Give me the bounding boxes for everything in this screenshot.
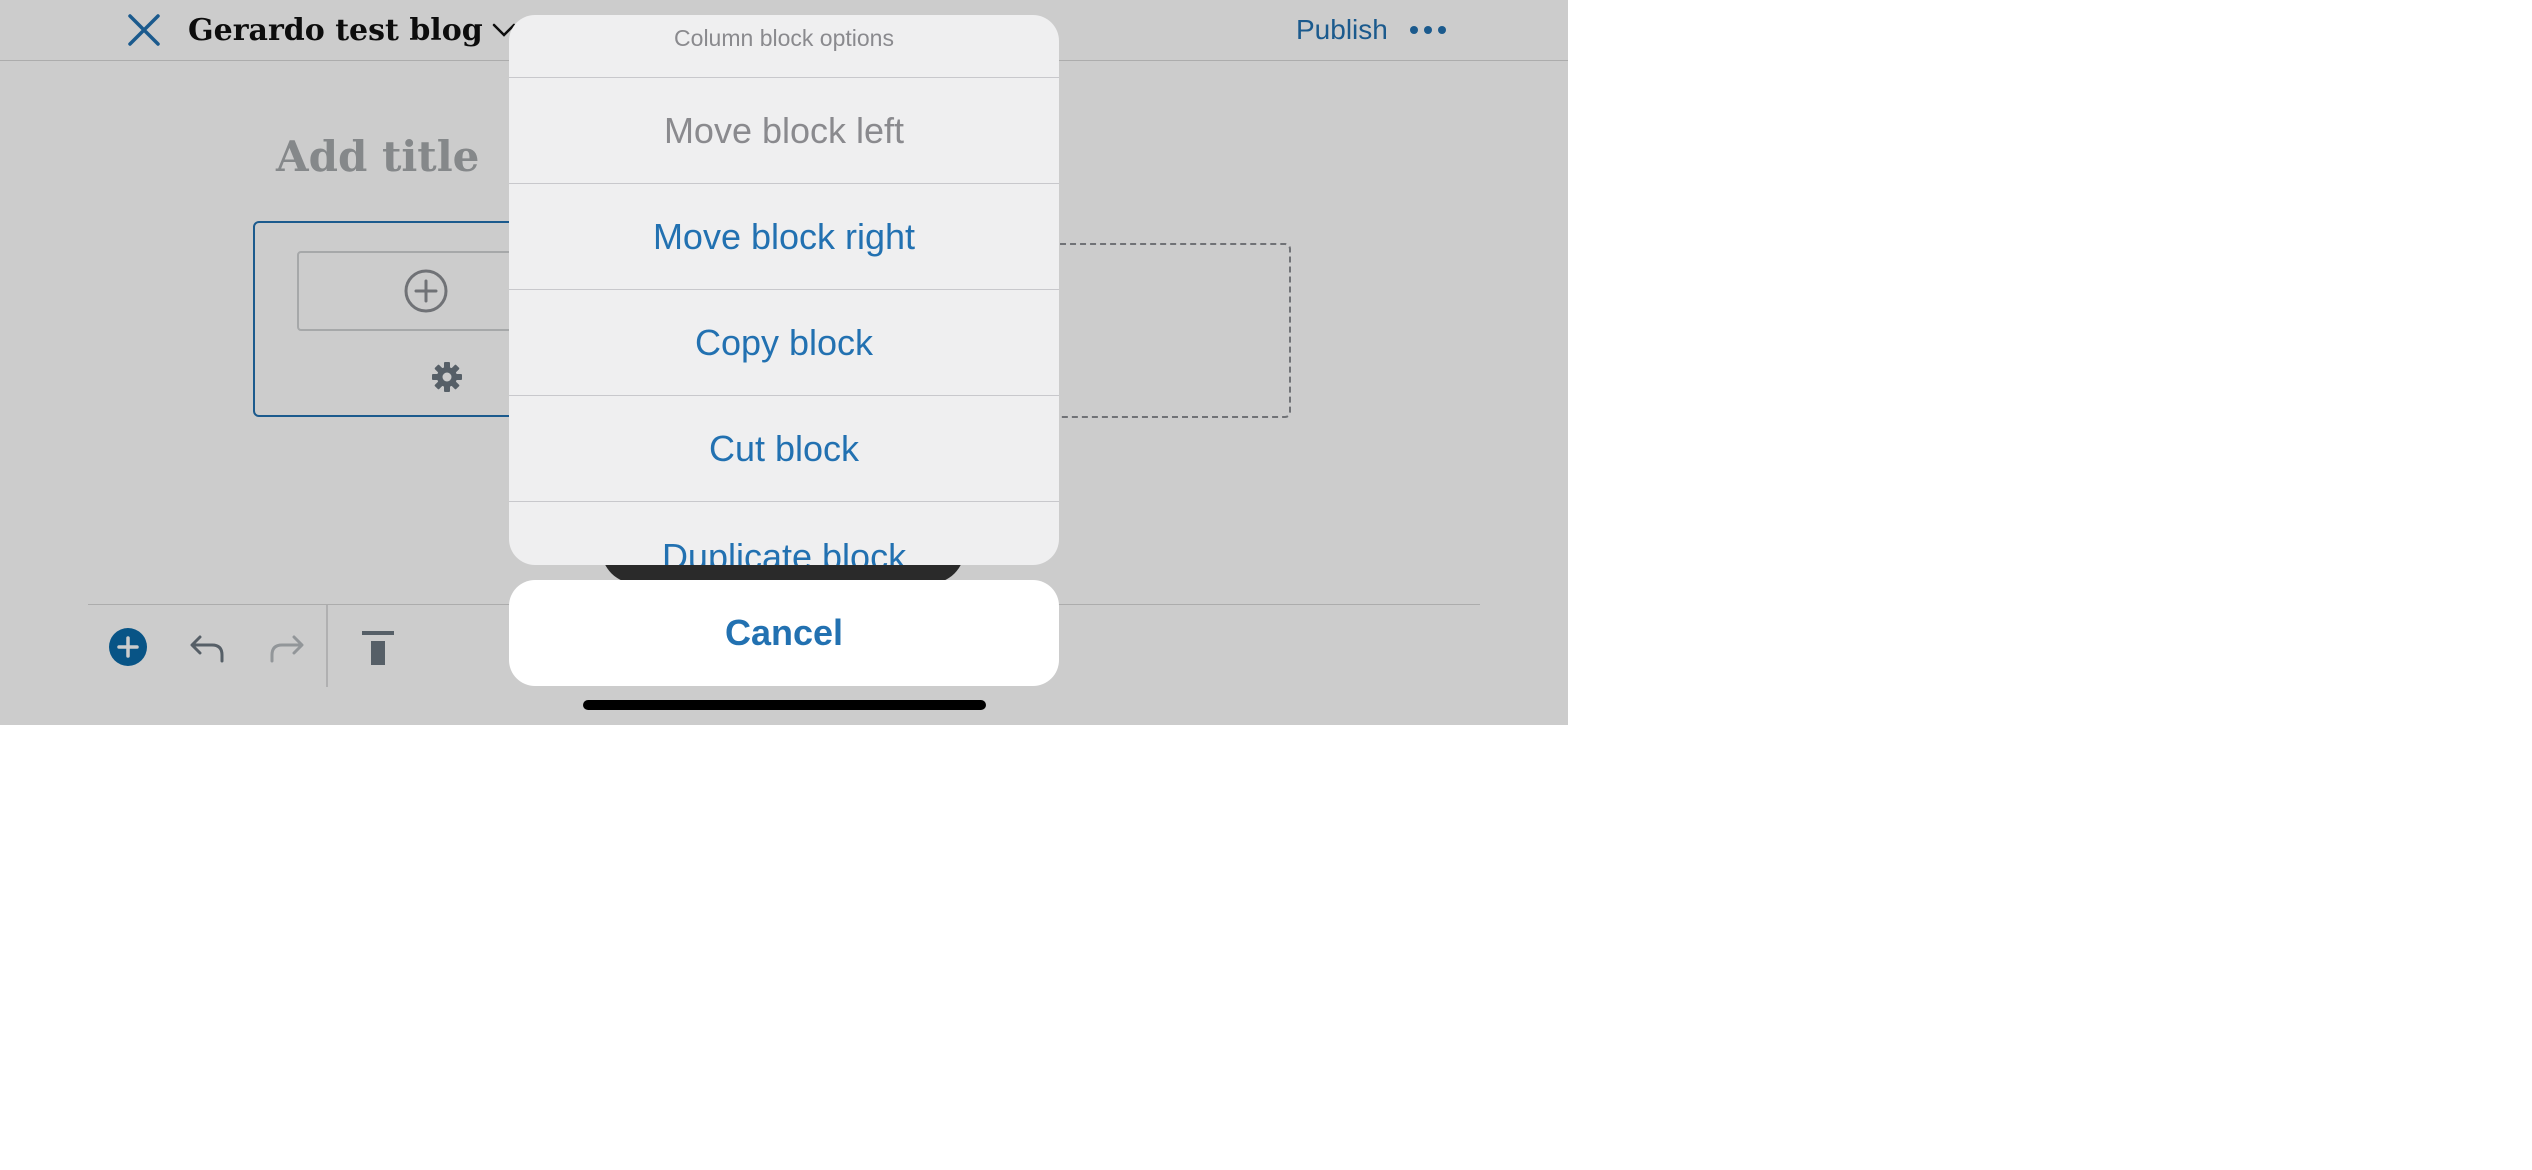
move-block-right-option[interactable]: Move block right (509, 184, 1059, 290)
cut-block-option[interactable]: Cut block (509, 396, 1059, 502)
cancel-button[interactable]: Cancel (509, 580, 1059, 686)
action-sheet: Column block options Move block left Mov… (509, 15, 1059, 565)
duplicate-block-option[interactable]: Duplicate block (509, 502, 1059, 565)
copy-block-option[interactable]: Copy block (509, 290, 1059, 396)
move-block-left-option[interactable]: Move block left (509, 78, 1059, 184)
action-sheet-title: Column block options (509, 15, 1059, 78)
home-indicator[interactable] (583, 700, 986, 710)
